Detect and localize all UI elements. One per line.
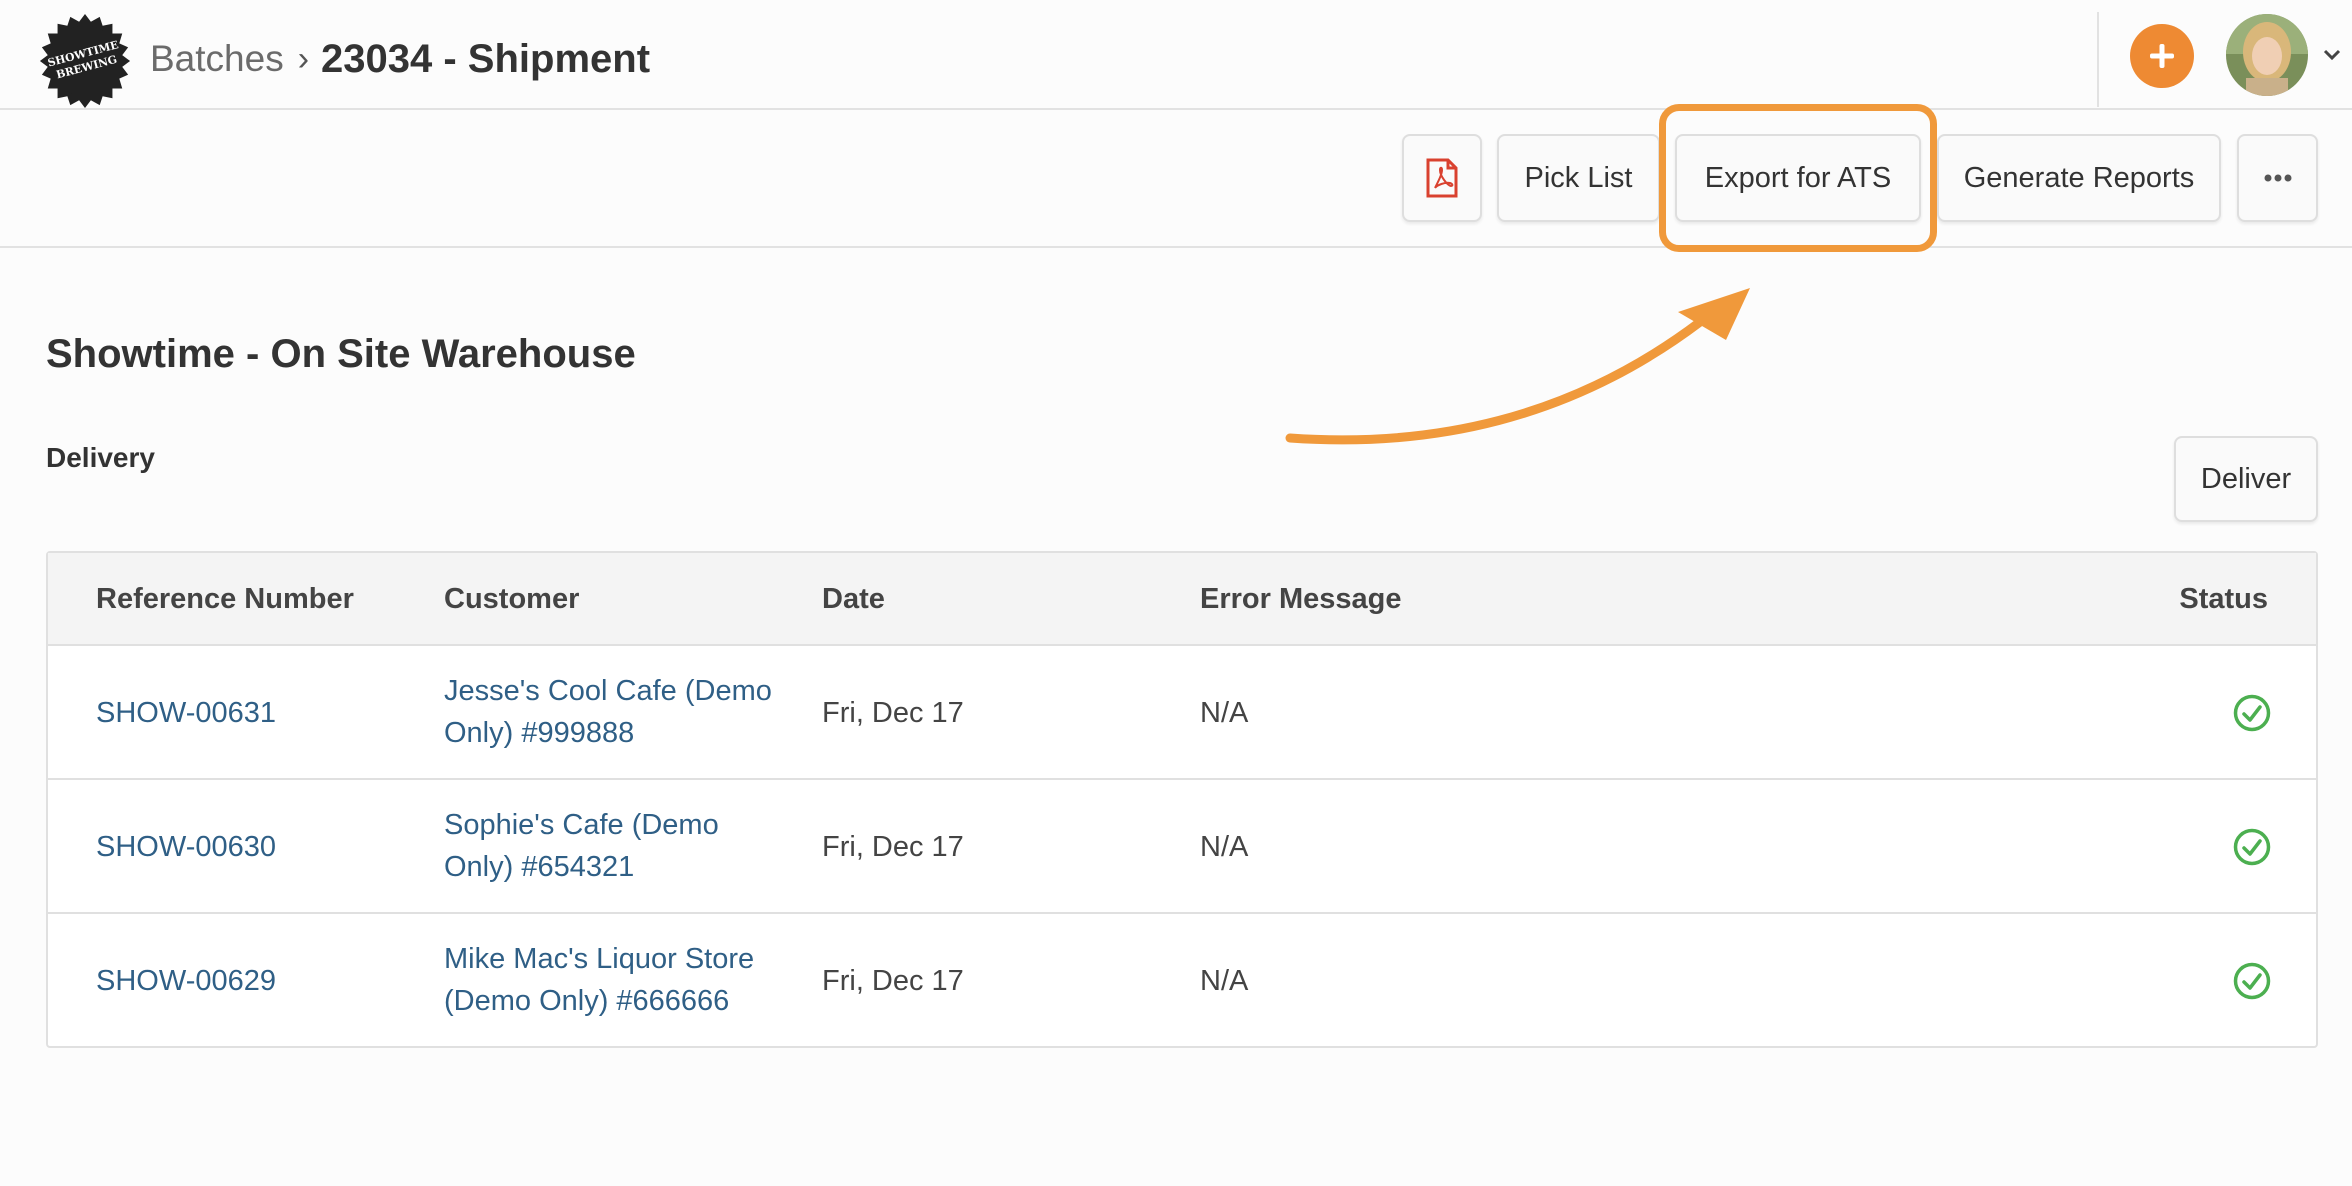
column-header-date[interactable]: Date bbox=[822, 583, 885, 616]
delivery-table: Reference Number Customer Date Error Mes… bbox=[46, 551, 2318, 1048]
customer-name-line1: Mike Mac's Liquor Store bbox=[444, 943, 755, 975]
pdf-icon bbox=[1426, 158, 1458, 198]
delivery-section-label: Delivery bbox=[46, 442, 155, 473]
logo-badge-icon: SHOWTIME BREWING bbox=[39, 13, 131, 109]
table-row[interactable]: SHOW-00630 Sophie's Cafe (Demo Only) #65… bbox=[48, 780, 2316, 914]
top-header: SHOWTIME BREWING Batches › 23034 - Shipm… bbox=[0, 0, 2352, 110]
breadcrumb-batches-link[interactable]: Batches bbox=[150, 38, 284, 80]
chevron-right-icon: › bbox=[297, 39, 310, 78]
error-message-cell: N/A bbox=[1200, 831, 1249, 863]
more-options-button[interactable] bbox=[2237, 134, 2318, 222]
generate-reports-button[interactable]: Generate Reports bbox=[1937, 134, 2221, 222]
breadcrumb: Batches › 23034 - Shipment bbox=[150, 34, 650, 84]
reference-link[interactable]: SHOW-00630 bbox=[96, 831, 276, 864]
check-circle-icon bbox=[2233, 694, 2271, 732]
warehouse-title: Showtime - On Site Warehouse bbox=[46, 332, 636, 376]
customer-link[interactable]: Sophie's Cafe (Demo Only) #654321 bbox=[444, 804, 804, 888]
customer-name-line2: (Demo Only) #666666 bbox=[444, 985, 730, 1017]
date-cell: Fri, Dec 17 bbox=[822, 965, 964, 997]
customer-link[interactable]: Jesse's Cool Cafe (Demo Only) #999888 bbox=[444, 670, 804, 754]
date-cell: Fri, Dec 17 bbox=[822, 697, 964, 729]
customer-name-line2: Only) #999888 bbox=[444, 717, 635, 749]
customer-name-line2: Only) #654321 bbox=[444, 851, 635, 883]
check-circle-icon bbox=[2233, 828, 2271, 866]
table-row[interactable]: SHOW-00629 Mike Mac's Liquor Store (Demo… bbox=[48, 914, 2316, 1048]
check-circle-icon bbox=[2233, 962, 2271, 1000]
plus-icon bbox=[2150, 44, 2174, 68]
page-title: 23034 - Shipment bbox=[321, 36, 651, 81]
pointer-arrow-icon bbox=[1285, 288, 1750, 445]
chevron-down-icon[interactable] bbox=[2320, 44, 2344, 66]
header-divider bbox=[2097, 12, 2099, 107]
reference-link[interactable]: SHOW-00631 bbox=[96, 697, 276, 730]
pdf-button[interactable] bbox=[1402, 134, 1482, 222]
error-message-cell: N/A bbox=[1200, 697, 1249, 729]
column-header-reference-number[interactable]: Reference Number bbox=[96, 583, 354, 616]
ellipsis-icon bbox=[2264, 174, 2291, 182]
table-header: Reference Number Customer Date Error Mes… bbox=[48, 553, 2316, 646]
pick-list-button[interactable]: Pick List bbox=[1497, 134, 1660, 222]
deliver-button[interactable]: Deliver bbox=[2174, 436, 2318, 522]
table-row[interactable]: SHOW-00631 Jesse's Cool Cafe (Demo Only)… bbox=[48, 646, 2316, 780]
date-cell: Fri, Dec 17 bbox=[822, 831, 964, 863]
column-header-error-message[interactable]: Error Message bbox=[1200, 583, 1402, 616]
add-button[interactable] bbox=[2130, 24, 2194, 88]
error-message-cell: N/A bbox=[1200, 965, 1249, 997]
customer-name-line1: Sophie's Cafe (Demo bbox=[444, 809, 719, 841]
customer-link[interactable]: Mike Mac's Liquor Store (Demo Only) #666… bbox=[444, 938, 804, 1022]
export-for-ats-button[interactable]: Export for ATS bbox=[1675, 134, 1921, 222]
reference-link[interactable]: SHOW-00629 bbox=[96, 965, 276, 998]
column-header-status[interactable]: Status bbox=[2179, 583, 2268, 616]
avatar-photo-icon bbox=[2226, 14, 2308, 96]
user-avatar[interactable] bbox=[2226, 14, 2308, 96]
brand-logo[interactable]: SHOWTIME BREWING bbox=[36, 12, 134, 110]
action-toolbar: Pick List Export for ATS Generate Report… bbox=[0, 110, 2352, 248]
customer-name-line1: Jesse's Cool Cafe (Demo bbox=[444, 675, 772, 707]
column-header-customer[interactable]: Customer bbox=[444, 583, 579, 616]
